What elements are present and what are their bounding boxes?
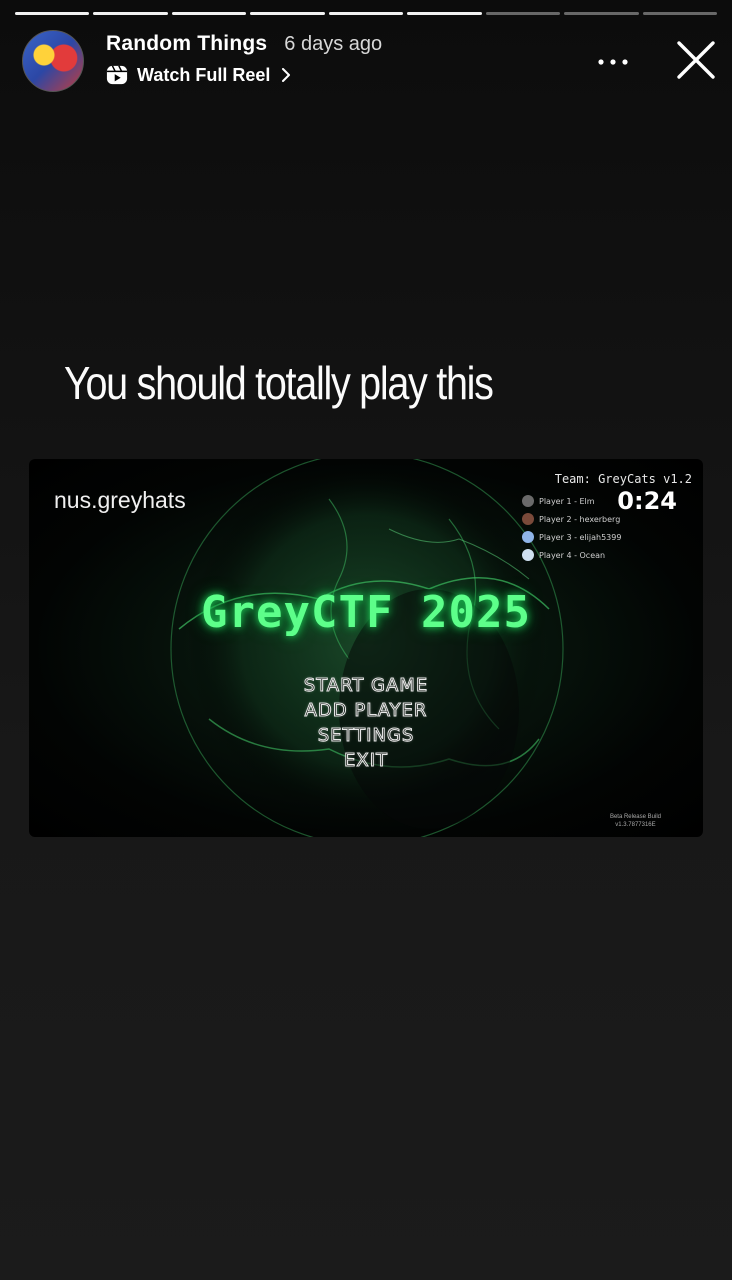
- progress-fill: [171, 12, 247, 15]
- game-title: GreyCTF 2025: [201, 587, 531, 638]
- story-progress-bar: [15, 12, 717, 15]
- menu-item: ADD PLAYER: [304, 700, 428, 722]
- player-row: Player 4 - Ocean: [522, 546, 621, 564]
- build-info: Beta Release Build v1.3.7877316E: [610, 813, 661, 829]
- story-header: Random Things 6 days ago Watch Full Reel: [22, 30, 716, 92]
- story-title-row: Random Things 6 days ago: [106, 32, 382, 56]
- progress-segment: [407, 12, 482, 15]
- player-label: Player 2 - hexerberg: [539, 514, 621, 524]
- chevron-right-icon: [282, 68, 291, 82]
- more-options-icon[interactable]: [596, 52, 630, 72]
- timer: 0:24: [617, 487, 677, 515]
- player-row: Player 2 - hexerberg: [522, 510, 621, 528]
- player-label: Player 4 - Ocean: [539, 550, 606, 560]
- player-label: Player 3 - elijah5399: [539, 532, 622, 542]
- player-avatar-icon: [522, 513, 534, 525]
- story-media-image[interactable]: nus.greyhats Team: GreyCats v1.2 Player …: [29, 459, 703, 837]
- progress-segment: [485, 12, 561, 15]
- player-avatar-icon: [522, 495, 534, 507]
- progress-fill: [15, 12, 90, 15]
- menu-item: START GAME: [303, 675, 429, 697]
- post-time: 6 days ago: [284, 33, 383, 55]
- menu-item: EXIT: [343, 750, 388, 772]
- account-name[interactable]: Random Things: [106, 32, 267, 56]
- close-icon[interactable]: [676, 40, 716, 80]
- menu-item: SETTINGS: [317, 725, 415, 747]
- reels-icon: [106, 65, 128, 85]
- progress-segment: [93, 12, 168, 15]
- team-label: Team: GreyCats v1.2: [554, 472, 692, 486]
- avatar[interactable]: [22, 30, 84, 92]
- build-label: Beta Release Build: [609, 814, 661, 820]
- progress-fill: [407, 12, 482, 15]
- reel-link-label: Watch Full Reel: [137, 64, 271, 85]
- watch-full-reel-link[interactable]: Watch Full Reel: [106, 64, 291, 86]
- game-menu: START GAME ADD PLAYER SETTINGS EXIT: [29, 673, 703, 773]
- player-list: Player 1 - Elm Player 2 - hexerberg Player…: [522, 492, 621, 564]
- player-row: Player 3 - elijah5399: [522, 528, 621, 546]
- player-avatar-icon: [522, 549, 534, 561]
- team-panel: Team: GreyCats v1.2 Player 1 - Elm Player…: [522, 472, 692, 561]
- progress-segment: [171, 12, 247, 15]
- progress-segment: [564, 12, 639, 15]
- player-avatar-icon: [522, 531, 534, 543]
- progress-fill: [93, 12, 168, 15]
- player-row: Player 1 - Elm: [522, 492, 621, 510]
- story-caption: You should totally play this: [64, 357, 494, 409]
- progress-segment: [250, 12, 325, 15]
- progress-fill: [328, 12, 404, 15]
- build-version: v1.3.7877316E: [615, 822, 656, 828]
- media-watermark-handle: nus.greyhats: [54, 487, 186, 513]
- progress-segment: [642, 12, 717, 15]
- player-label: Player 1 - Elm: [539, 496, 595, 506]
- progress-segment: [15, 12, 90, 15]
- progress-fill: [250, 12, 325, 15]
- progress-segment: [328, 12, 404, 15]
